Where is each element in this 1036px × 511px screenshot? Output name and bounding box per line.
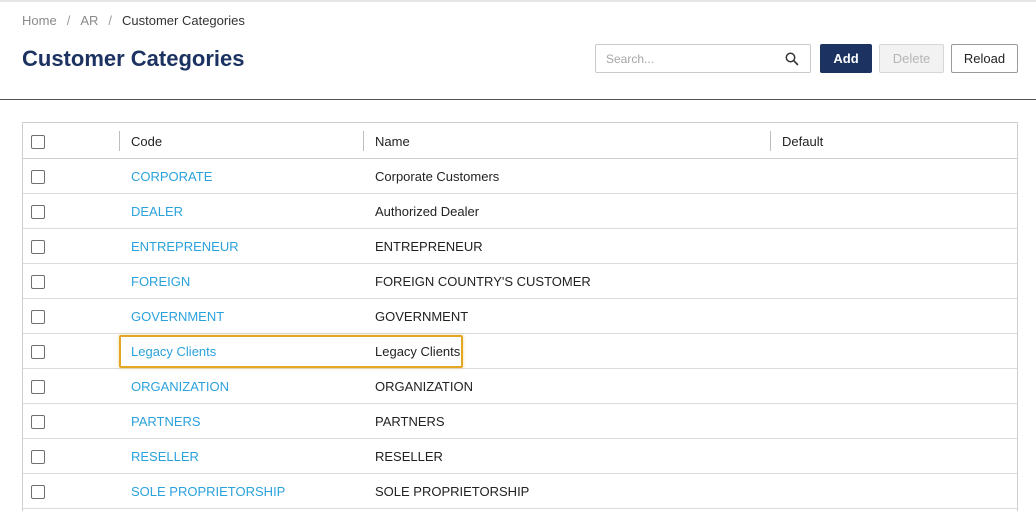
- row-code-link[interactable]: ORGANIZATION: [131, 379, 229, 394]
- row-name: SOLE PROPRIETORSHIP: [375, 484, 530, 499]
- row-code-link[interactable]: RESELLER: [131, 449, 199, 464]
- row-name: PARTNERS: [375, 414, 445, 429]
- table-row[interactable]: Legacy Clients Legacy Clients: [23, 334, 1017, 369]
- column-header-name[interactable]: Name: [375, 134, 410, 149]
- row-checkbox[interactable]: [31, 345, 45, 359]
- breadcrumb-current: Customer Categories: [122, 13, 245, 28]
- row-checkbox[interactable]: [31, 380, 45, 394]
- table-row[interactable]: ORGANIZATION ORGANIZATION: [23, 369, 1017, 404]
- row-code-link[interactable]: GOVERNMENT: [131, 309, 224, 324]
- column-divider[interactable]: [363, 131, 364, 151]
- table-row[interactable]: FOREIGN FOREIGN COUNTRY'S CUSTOMER: [23, 264, 1017, 299]
- row-checkbox[interactable]: [31, 450, 45, 464]
- row-checkbox[interactable]: [31, 275, 45, 289]
- select-all-checkbox[interactable]: [31, 135, 45, 149]
- row-name: GOVERNMENT: [375, 309, 469, 324]
- row-checkbox[interactable]: [31, 240, 45, 254]
- table-row[interactable]: GOVERNMENT GOVERNMENT: [23, 299, 1017, 334]
- row-name: Authorized Dealer: [375, 204, 480, 219]
- table-row[interactable]: DEALER Authorized Dealer: [23, 194, 1017, 229]
- column-header-default[interactable]: Default: [782, 134, 823, 149]
- column-divider[interactable]: [119, 131, 120, 151]
- row-checkbox[interactable]: [31, 415, 45, 429]
- column-divider[interactable]: [770, 131, 771, 151]
- top-divider: [0, 0, 1036, 2]
- table-row[interactable]: ENTREPRENEUR ENTREPRENEUR: [23, 229, 1017, 264]
- table-row[interactable]: RESELLER RESELLER: [23, 439, 1017, 474]
- row-code-link[interactable]: Legacy Clients: [131, 344, 216, 359]
- row-name: Legacy Clients: [375, 344, 461, 359]
- customer-categories-grid: Code Name Default CORPORATE Corporate Cu…: [22, 122, 1018, 511]
- row-checkbox[interactable]: [31, 205, 45, 219]
- row-checkbox[interactable]: [31, 310, 45, 324]
- row-name: ORGANIZATION: [375, 379, 473, 394]
- row-name: FOREIGN COUNTRY'S CUSTOMER: [375, 274, 591, 289]
- search-input[interactable]: [596, 45, 776, 72]
- row-checkbox[interactable]: [31, 170, 45, 184]
- reload-button[interactable]: Reload: [951, 44, 1018, 73]
- row-name: Corporate Customers: [375, 169, 500, 184]
- row-code-link[interactable]: CORPORATE: [131, 169, 212, 184]
- row-code-link[interactable]: FOREIGN: [131, 274, 190, 289]
- breadcrumb: Home / AR / Customer Categories: [22, 13, 245, 28]
- row-code-link[interactable]: PARTNERS: [131, 414, 201, 429]
- row-code-link[interactable]: ENTREPRENEUR: [131, 239, 239, 254]
- row-code-link[interactable]: DEALER: [131, 204, 183, 219]
- search-icon[interactable]: [784, 51, 800, 67]
- row-name: ENTREPRENEUR: [375, 239, 483, 254]
- header-divider: [0, 99, 1036, 100]
- breadcrumb-separator: /: [108, 13, 112, 28]
- row-name: RESELLER: [375, 449, 443, 464]
- row-checkbox[interactable]: [31, 485, 45, 499]
- table-row[interactable]: CORPORATE Corporate Customers: [23, 159, 1017, 194]
- breadcrumb-ar[interactable]: AR: [80, 13, 98, 28]
- table-row[interactable]: PARTNERS PARTNERS: [23, 404, 1017, 439]
- breadcrumb-separator: /: [66, 13, 71, 28]
- grid-header-row: Code Name Default: [23, 123, 1017, 159]
- add-button[interactable]: Add: [820, 44, 872, 73]
- column-header-code[interactable]: Code: [131, 134, 162, 149]
- table-row[interactable]: SOLE PROPRIETORSHIP SOLE PROPRIETORSHIP: [23, 474, 1017, 509]
- search-box[interactable]: [595, 44, 811, 73]
- delete-button[interactable]: Delete: [879, 44, 944, 73]
- page-title: Customer Categories: [22, 46, 245, 71]
- breadcrumb-home[interactable]: Home: [22, 13, 57, 28]
- row-code-link[interactable]: SOLE PROPRIETORSHIP: [131, 484, 285, 499]
